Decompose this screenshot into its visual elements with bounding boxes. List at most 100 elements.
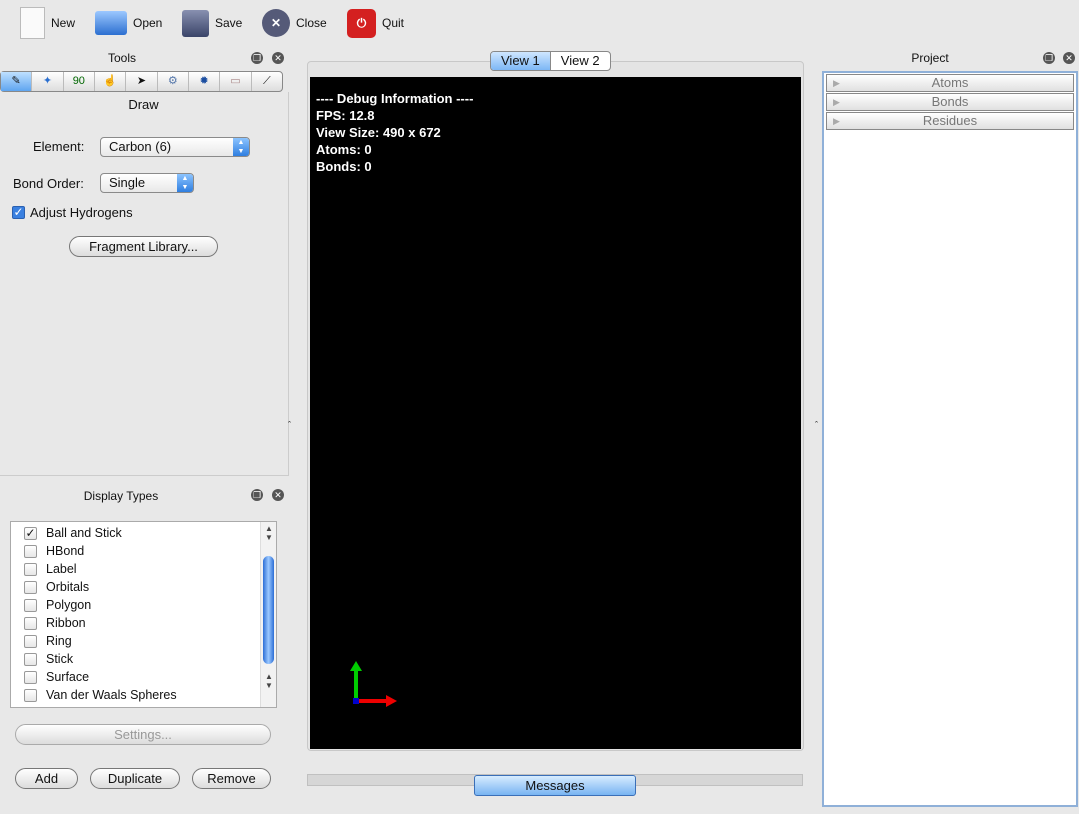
splitter-handle[interactable]: ˆ <box>815 420 818 430</box>
debug-fps: FPS: 12.8 <box>316 108 375 123</box>
checkbox-icon[interactable] <box>24 580 37 594</box>
save-label: Save <box>215 16 243 30</box>
tools-title: Tools <box>107 51 136 65</box>
select-arrows-icon: ▲ ▼ <box>177 174 193 192</box>
axes-icon <box>350 661 397 707</box>
remove-button[interactable]: Remove <box>192 768 271 789</box>
display-type-label: Polygon <box>46 598 92 612</box>
save-button[interactable]: Save <box>182 6 242 40</box>
checkbox-icon[interactable] <box>24 562 37 576</box>
display-type-label: HBond <box>46 544 85 558</box>
display-type-label: Orbitals <box>46 580 90 594</box>
ruler-icon[interactable]: ▭ <box>220 72 252 91</box>
settings-button[interactable]: Settings... <box>15 724 271 745</box>
bond-order-select[interactable]: Single ▲ ▼ <box>100 173 194 193</box>
splitter-handle[interactable]: ˆ <box>288 420 291 430</box>
gear-icon[interactable]: ✹ <box>189 72 221 91</box>
float-icon[interactable]: ❐ <box>251 489 263 501</box>
close-panel-icon[interactable]: ✕ <box>272 52 284 64</box>
element-value: Carbon (6) <box>109 139 172 154</box>
adjust-hydrogens-checkbox[interactable]: ✓ Adjust Hydrogens <box>12 205 133 220</box>
float-icon[interactable]: ❐ <box>1043 52 1055 64</box>
display-type-item[interactable]: Orbitals <box>11 578 276 596</box>
quit-label: Quit <box>382 16 405 30</box>
row-label: Residues <box>922 113 978 128</box>
checkbox-icon[interactable] <box>24 688 37 702</box>
display-type-label: Stick <box>46 652 74 666</box>
checkmark-icon: ✓ <box>12 205 25 219</box>
checkbox-icon[interactable] <box>24 616 37 630</box>
scroll-up-icon[interactable]: ▲ ▼ <box>261 524 277 542</box>
display-type-item[interactable]: Surface <box>11 668 276 686</box>
view-tabs: View 1 View 2 <box>490 51 611 71</box>
tab-view-2[interactable]: View 2 <box>551 52 610 70</box>
align-icon[interactable]: ⟋ <box>252 72 282 91</box>
tool-mode-label: Draw <box>128 97 159 112</box>
debug-header: ---- Debug Information ---- <box>316 91 474 106</box>
tab-view-1[interactable]: View 1 <box>491 52 551 70</box>
display-type-label: Van der Waals Spheres <box>46 688 177 702</box>
quit-button[interactable]: ⏻ Quit <box>347 6 404 40</box>
new-button[interactable]: New <box>20 6 75 40</box>
scrollbar[interactable]: ▲ ▼ ▲ ▼ <box>260 522 276 707</box>
folder-open-icon <box>95 11 127 35</box>
display-type-item[interactable]: Van der Waals Spheres <box>11 686 276 704</box>
duplicate-button[interactable]: Duplicate <box>90 768 180 789</box>
expand-triangle-icon[interactable]: ▶ <box>833 113 840 129</box>
display-type-item[interactable]: Ribbon <box>11 614 276 632</box>
hand-icon[interactable]: ☝ <box>95 72 127 91</box>
checkbox-icon[interactable] <box>24 598 37 612</box>
element-label: Element: <box>33 139 85 154</box>
expand-triangle-icon[interactable]: ▶ <box>833 94 840 110</box>
fragment-library-button[interactable]: Fragment Library... <box>69 236 218 257</box>
project-row-residues[interactable]: ▶ Residues <box>826 112 1074 130</box>
project-row-atoms[interactable]: ▶ Atoms <box>826 74 1074 92</box>
checkbox-icon[interactable] <box>24 652 37 666</box>
expand-triangle-icon[interactable]: ▶ <box>833 75 840 91</box>
tool-selector[interactable]: ✎ ✦ 90 ☝ ➤ ⚙ ✹ ▭ ⟋ <box>0 71 283 92</box>
bond-order-label: Bond Order: <box>13 176 84 191</box>
auto-optimize-icon[interactable]: ⚙ <box>158 72 189 91</box>
close-panel-icon[interactable]: ✕ <box>272 489 284 501</box>
close-label: Close <box>296 16 327 30</box>
project-row-bonds[interactable]: ▶ Bonds <box>826 93 1074 111</box>
gl-view[interactable]: ---- Debug Information ---- FPS: 12.8 Vi… <box>310 77 801 749</box>
display-type-item[interactable]: Label <box>11 560 276 578</box>
debug-bonds: Bonds: 0 <box>316 159 372 174</box>
select-arrow-icon[interactable]: ➤ <box>126 72 158 91</box>
scroll-down-icon[interactable]: ▲ ▼ <box>261 672 277 690</box>
checkbox-icon[interactable] <box>24 544 37 558</box>
project-tree: ▶ Atoms ▶ Bonds ▶ Residues <box>822 71 1078 807</box>
project-title: Project <box>911 51 949 65</box>
adjust-hydrogens-label: Adjust Hydrogens <box>30 205 133 220</box>
checkbox-checked-icon[interactable]: ✓ <box>24 526 37 540</box>
measure-angle-icon[interactable]: 90 <box>64 72 95 91</box>
display-types-title: Display Types <box>83 489 159 503</box>
display-type-label: Surface <box>46 670 90 684</box>
close-panel-icon[interactable]: ✕ <box>1063 52 1075 64</box>
row-label: Bonds <box>931 94 969 109</box>
element-select[interactable]: Carbon (6) ▲ ▼ <box>100 137 250 157</box>
add-button[interactable]: Add <box>15 768 78 789</box>
power-icon: ⏻ <box>347 8 376 38</box>
close-x-icon: ✕ <box>262 9 290 37</box>
checkbox-icon[interactable] <box>24 670 37 684</box>
debug-atoms: Atoms: 0 <box>316 142 372 157</box>
scrollbar-thumb[interactable] <box>263 556 274 664</box>
pencil-icon[interactable]: ✎ <box>1 72 33 91</box>
navigate-icon[interactable]: ✦ <box>32 72 64 91</box>
new-label: New <box>51 16 76 30</box>
select-arrows-icon: ▲ ▼ <box>233 138 249 156</box>
checkbox-icon[interactable] <box>24 634 37 648</box>
display-type-item[interactable]: Polygon <box>11 596 276 614</box>
display-type-item[interactable]: ✓ Ball and Stick <box>11 524 276 542</box>
messages-button[interactable]: Messages <box>474 775 636 796</box>
display-type-item[interactable]: Ring <box>11 632 276 650</box>
display-type-label: Ribbon <box>46 616 86 630</box>
display-type-item[interactable]: Stick <box>11 650 276 668</box>
close-button[interactable]: ✕ Close <box>262 6 327 40</box>
display-type-item[interactable]: HBond <box>11 542 276 560</box>
open-button[interactable]: Open <box>95 6 162 40</box>
float-icon[interactable]: ❐ <box>251 52 263 64</box>
debug-view-size: View Size: 490 x 672 <box>316 125 441 140</box>
